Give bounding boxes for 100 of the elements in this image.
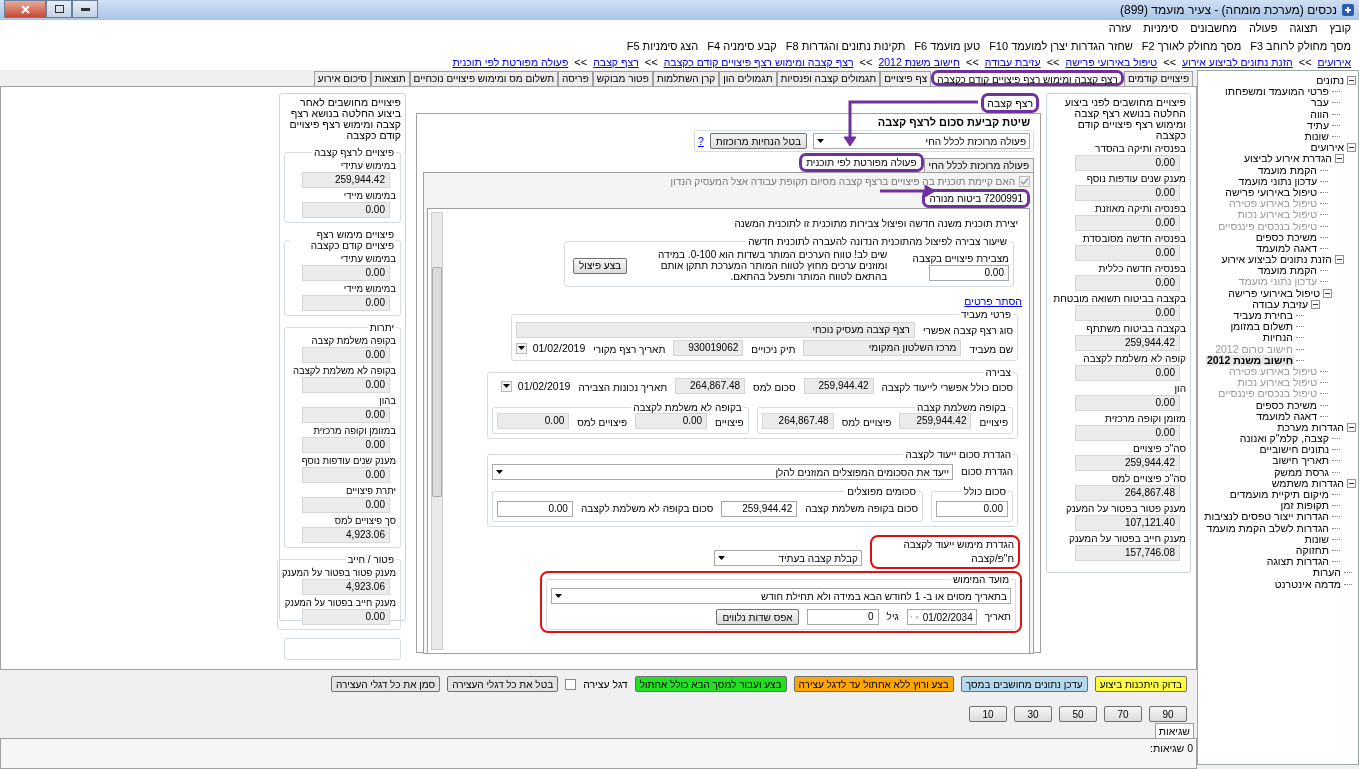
breadcrumb-link[interactable]: הזנת נתונים לביצוע אירוע: [1182, 56, 1293, 68]
collapse-icon[interactable]: [1347, 143, 1356, 153]
tree-item[interactable]: עדכון נתוני מועמד: [1237, 175, 1318, 187]
collapse-icon[interactable]: [1347, 76, 1356, 86]
step-button[interactable]: 90: [1149, 706, 1187, 723]
action-button[interactable]: בדוק היתכנות ביצוע: [1094, 676, 1187, 693]
split-button[interactable]: בצע פיצול: [573, 257, 628, 274]
tree-item[interactable]: טיפול באירועי פרישה: [1227, 287, 1321, 299]
tree-item[interactable]: הערות: [1311, 567, 1342, 579]
method-dropdown[interactable]: פעולה מרוכזת לכלל החי: [812, 133, 1030, 149]
collapse-icon[interactable]: [1335, 255, 1344, 265]
minimize-button[interactable]: [72, 0, 98, 18]
tree-item[interactable]: הקמת מועמד: [1256, 265, 1318, 277]
tree-item[interactable]: בחירת מעביד: [1232, 310, 1294, 322]
toolbar-button[interactable]: שחזר הגדרות יצרן למועמד F10: [989, 38, 1133, 53]
step-button[interactable]: 70: [1104, 706, 1142, 723]
tree-item[interactable]: פרטי המועמד ומשפחתו: [1224, 86, 1330, 98]
breadcrumb-link[interactable]: אירועים: [1317, 56, 1351, 68]
tree-item[interactable]: הגדרות ייצור טפסים לנציבות: [1203, 511, 1330, 523]
tree-item[interactable]: נתונים חישוביים: [1258, 444, 1330, 456]
tree-item[interactable]: חישוב משנת 2012: [1205, 354, 1294, 366]
date-dropdown[interactable]: [515, 342, 527, 354]
menu-item[interactable]: סימניות: [1143, 22, 1179, 35]
action-button[interactable]: בטל את כל דגלי העצירה: [447, 676, 559, 693]
input-field[interactable]: 0: [806, 609, 879, 625]
input-field[interactable]: 259,944.42: [721, 501, 798, 517]
breadcrumb-link[interactable]: טיפול באירועי פרישה: [1065, 56, 1158, 68]
tree-item[interactable]: הגדרת אירוע לביצוע: [1243, 153, 1333, 165]
tree-item[interactable]: הנחיות: [1261, 332, 1294, 344]
action-button[interactable]: בצע ועבור למסך הבא כולל אחתול: [634, 676, 787, 693]
tree-item[interactable]: הווה: [1309, 108, 1330, 120]
reset-button[interactable]: אפס שדות נלווים: [716, 609, 799, 625]
date-picker[interactable]: 01/02/2034: [906, 609, 977, 625]
input-field[interactable]: 0.00: [496, 501, 573, 517]
breadcrumb-link[interactable]: עזיבת עבודה: [984, 56, 1041, 68]
tab[interactable]: תגמולים קצבה ופנסיות: [776, 71, 881, 86]
toolbar-button[interactable]: קבע סימניה F4: [707, 38, 777, 53]
toolbar-button[interactable]: הצג סימניות F5: [626, 38, 699, 53]
tree-item[interactable]: שונות: [1303, 131, 1330, 143]
tree-item[interactable]: הגדרות מערכת: [1276, 421, 1345, 433]
tree-item[interactable]: גרסת ממשק: [1273, 466, 1330, 478]
checkbox[interactable]: [565, 678, 577, 690]
scrollbar[interactable]: [431, 212, 443, 650]
toolbar-button[interactable]: תקינות נתונים והגדרות F8: [785, 38, 906, 53]
tree-item[interactable]: הגדרות תצוגה: [1265, 556, 1330, 568]
help-link[interactable]: ?: [698, 135, 704, 147]
action-button[interactable]: סמן את כל דגלי העצירה: [331, 676, 441, 693]
date-dropdown[interactable]: [500, 380, 512, 392]
tab[interactable]: רצף קצבה ומימוש רצף פיצויים קודם כקצבה: [931, 70, 1124, 86]
cancel-button[interactable]: בטל הנחיות מרוכזות: [709, 133, 807, 149]
tree-item[interactable]: תחזוקה: [1294, 544, 1330, 556]
input-field[interactable]: 0.00: [936, 501, 1008, 517]
close-button[interactable]: [4, 0, 46, 18]
tree-item[interactable]: מיקום תיקיית מועמדים: [1228, 489, 1330, 501]
hide-details-link[interactable]: הסתר פרטים: [964, 295, 1022, 307]
tree-item[interactable]: עתיד: [1306, 119, 1330, 131]
tree-item[interactable]: הקמת מועמד: [1256, 164, 1318, 176]
tree-item[interactable]: עבר: [1310, 97, 1330, 109]
errors-tab[interactable]: שגיאות: [1154, 723, 1194, 739]
step-button[interactable]: 10: [969, 706, 1007, 723]
step-button[interactable]: 30: [1014, 706, 1052, 723]
menu-item[interactable]: תצוגה: [1289, 22, 1318, 35]
tab[interactable]: פטור מבוקש: [592, 71, 653, 86]
action-button[interactable]: בצע ורוץ ללא אחתול עד לדגל עצירה: [793, 676, 954, 693]
collapse-icon[interactable]: [1347, 422, 1356, 432]
tab[interactable]: פיצויים קודמים: [1123, 71, 1193, 86]
amount-dropdown[interactable]: ייעד את הסכומים המפוצלים המוזנים להלן: [491, 464, 954, 480]
tab[interactable]: קרן השתלמות: [652, 71, 720, 86]
plan-tab[interactable]: 7200991 ביטוח מנורה: [922, 189, 1030, 208]
tree-item[interactable]: מדמה אינטרנט: [1273, 578, 1342, 590]
collapse-icon[interactable]: [1347, 478, 1356, 488]
menu-item[interactable]: קובץ: [1329, 22, 1351, 35]
breadcrumb-link[interactable]: רצף קצבה: [593, 56, 639, 68]
tree-item[interactable]: הזנת נתונים לביצוע אירוע: [1220, 254, 1333, 266]
tree-item[interactable]: תקופות זמן: [1279, 500, 1330, 512]
input-field[interactable]: 0.00: [929, 265, 1009, 281]
breadcrumb-link[interactable]: חישוב משנת 2012: [878, 56, 960, 68]
action-button[interactable]: עדכן נתונים מחושבים במסך: [960, 676, 1088, 693]
timing-dropdown[interactable]: בתאריך מסוים או ב- 1 לחודש הבא במידה ולא תחילת חודש: [551, 588, 1011, 604]
maximize-button[interactable]: [46, 0, 72, 18]
tab[interactable]: תוצאות: [370, 71, 410, 86]
breadcrumb-link[interactable]: פעולה מפורטת לפי תוכנית: [452, 56, 569, 68]
tree-item[interactable]: תשלום במזומן: [1229, 321, 1294, 333]
menu-item[interactable]: פעולה: [1248, 22, 1278, 35]
collapse-icon[interactable]: [1335, 154, 1344, 164]
tree-item[interactable]: דאגה למועמד: [1255, 410, 1318, 422]
tree-item[interactable]: טיפול באירועי פרישה: [1224, 186, 1318, 198]
tree-item[interactable]: דאגה למועמד: [1255, 242, 1318, 254]
tree-item[interactable]: עזיבת עבודה: [1251, 298, 1309, 310]
tree-item[interactable]: תאריך חישוב: [1271, 455, 1330, 467]
step-button[interactable]: 50: [1059, 706, 1097, 723]
tree-item[interactable]: משיכת כספים: [1254, 231, 1318, 243]
tab[interactable]: תגמולים הון: [719, 71, 777, 86]
tab[interactable]: צף פיצויים: [880, 71, 932, 86]
tab[interactable]: סיכום אירוע: [313, 71, 371, 86]
toolbar-button[interactable]: טען מועמד F6: [914, 38, 981, 53]
tree-item[interactable]: קצבה, קלמ"ק ואנונה: [1238, 433, 1330, 445]
realization-dropdown[interactable]: קבלת קצבה בעתיד: [714, 550, 862, 566]
mode-tab[interactable]: פעולה מפורטת לפי תוכנית: [799, 153, 924, 172]
menu-item[interactable]: מחשבונים: [1190, 22, 1237, 35]
